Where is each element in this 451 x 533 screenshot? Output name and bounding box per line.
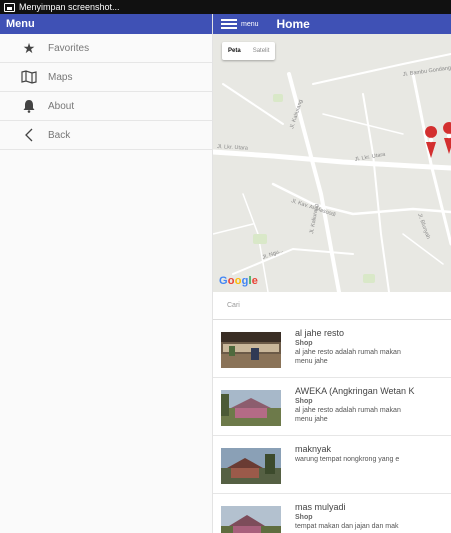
map-road-label: Jl. Blunyah	[416, 213, 431, 240]
map-type-peta[interactable]: Peta	[222, 42, 247, 60]
list-item[interactable]: mas mulyadi Shop tempat makan dan jajan …	[213, 494, 451, 533]
place-name: maknyak	[295, 444, 332, 454]
place-name: AWEKA (Angkringan Wetan K	[295, 386, 415, 396]
navigation-drawer: Menu ★ Favorites Maps About Back	[0, 14, 213, 533]
drawer-item-label: Maps	[48, 71, 73, 83]
place-type: Shop	[295, 514, 313, 521]
chevron-left-icon	[20, 126, 38, 144]
drawer-item-favorites[interactable]: ★ Favorites	[0, 34, 212, 63]
place-thumbnail	[221, 448, 281, 484]
drawer-item-about[interactable]: About	[0, 92, 212, 121]
place-name: al jahe resto	[295, 328, 345, 338]
list-item[interactable]: maknyak warung tempat nongkrong yang e	[213, 436, 451, 494]
place-desc: al jahe resto adalah rumah makan	[295, 407, 401, 414]
drawer-item-back[interactable]: Back	[0, 121, 212, 150]
status-text: Menyimpan screenshot...	[19, 2, 120, 12]
map-view[interactable]: Jl. Lkr. Utara Jl. Lkr. Utara Jl. Kaliur…	[213, 34, 451, 292]
app-bar: menu Home	[213, 14, 451, 34]
map-icon	[20, 68, 38, 86]
place-desc: tempat makan dan jajan dan mak	[295, 523, 399, 530]
place-name: mas mulyadi	[295, 502, 346, 512]
place-thumbnail	[221, 390, 281, 426]
drawer-item-label: Favorites	[48, 42, 90, 54]
drawer-item-maps[interactable]: Maps	[0, 63, 212, 92]
hamburger-icon[interactable]	[221, 19, 237, 29]
map-type-satelit[interactable]: Satelit	[247, 42, 276, 60]
drawer-item-label: About	[48, 100, 75, 112]
main-panel: menu Home Jl. Lkr. Utara Jl. Lkr. Utara …	[213, 14, 451, 533]
map-road-label: Jl. Ngu...	[262, 248, 285, 261]
place-desc: menu jahe	[295, 416, 328, 423]
place-type: Shop	[295, 340, 313, 347]
google-logo: Google	[219, 275, 259, 287]
list-item[interactable]: al jahe resto Shop al jahe resto adalah …	[213, 320, 451, 378]
map-road-label: Jl. Bambu Gondang	[402, 65, 451, 78]
search-input[interactable]: Cari	[213, 292, 451, 320]
place-type: Shop	[295, 398, 313, 405]
menu-button-label[interactable]: menu	[241, 21, 259, 28]
place-desc: warung tempat nongkrong yang e	[295, 456, 400, 463]
list-item[interactable]: AWEKA (Angkringan Wetan K Shop al jahe r…	[213, 378, 451, 436]
place-desc: al jahe resto adalah rumah makan	[295, 349, 401, 356]
status-bar: Menyimpan screenshot...	[0, 0, 451, 14]
drawer-item-label: Back	[48, 129, 71, 141]
screenshot-icon	[4, 2, 15, 12]
map-roads: Jl. Lkr. Utara Jl. Lkr. Utara Jl. Kaliur…	[213, 53, 451, 292]
bell-icon	[20, 97, 38, 115]
place-thumbnail	[221, 332, 281, 368]
place-thumbnail	[221, 506, 281, 533]
map-type-toggle[interactable]: Peta Satelit	[222, 42, 276, 60]
star-icon: ★	[22, 39, 36, 56]
place-desc: menu jahe	[295, 358, 328, 365]
page-title: Home	[276, 17, 310, 31]
drawer-title: Menu	[0, 14, 212, 34]
